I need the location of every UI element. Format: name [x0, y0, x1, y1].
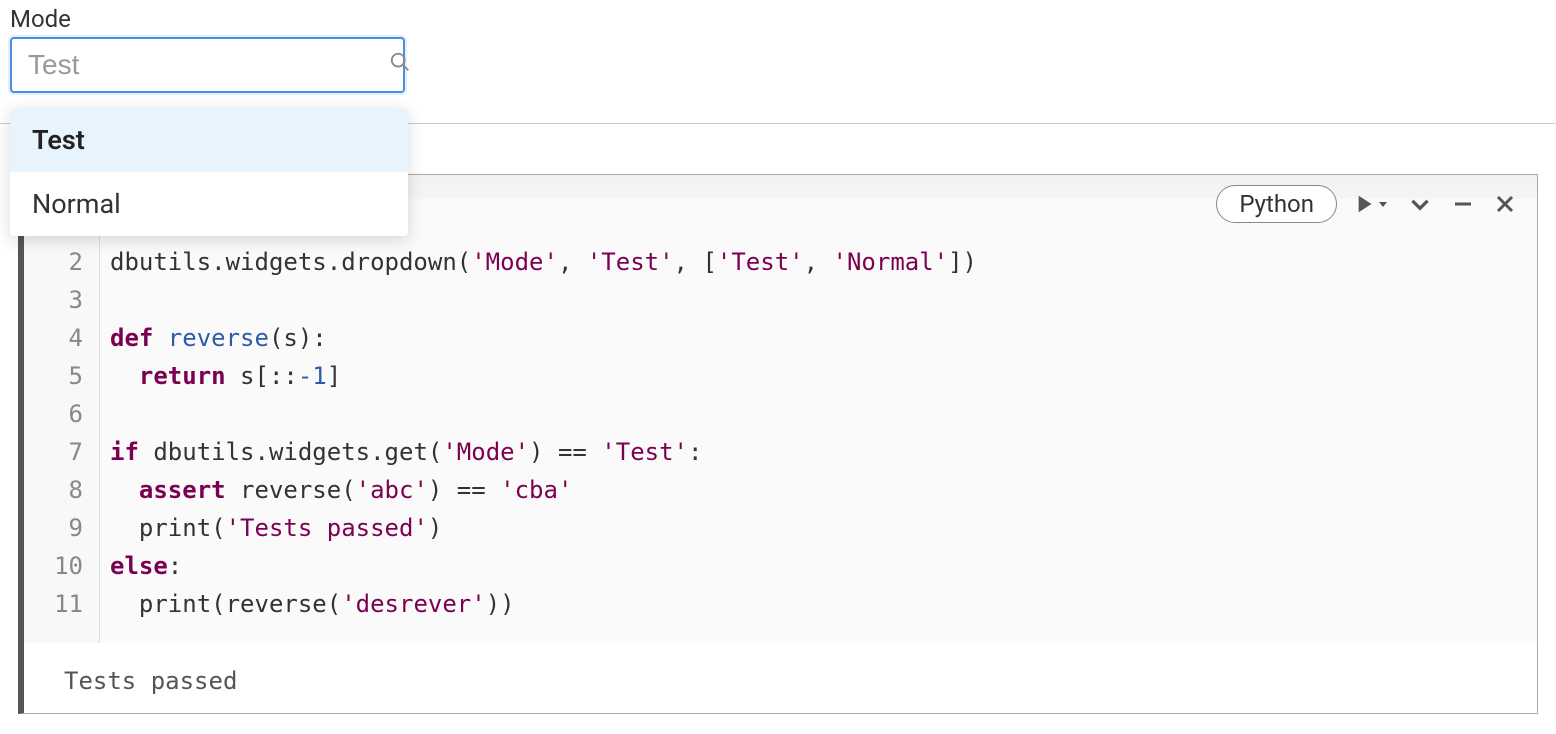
- minus-icon[interactable]: [1451, 192, 1475, 216]
- mode-dropdown-input[interactable]: [28, 49, 389, 81]
- dropdown-option-test[interactable]: Test: [10, 108, 408, 172]
- line-number: 3: [24, 281, 83, 319]
- line-number: 5: [24, 357, 83, 395]
- line-number: 6: [24, 395, 83, 433]
- line-number: 2: [24, 243, 83, 281]
- line-number: 9: [24, 509, 83, 547]
- line-number: 11: [24, 585, 83, 623]
- play-icon[interactable]: [1355, 193, 1389, 215]
- line-number: 10: [24, 547, 83, 585]
- mode-dropdown[interactable]: [10, 37, 405, 93]
- chevron-down-icon[interactable]: [1407, 191, 1433, 217]
- line-gutter: 2 3 4 5 6 7 8 9 10 11: [24, 199, 99, 643]
- widget-panel: Mode: [0, 0, 1556, 93]
- line-number: 7: [24, 433, 83, 471]
- notebook-cell: Python 2 3 4 5 6 7 8 9 10 11 dbutils.wid…: [18, 174, 1538, 714]
- dropdown-option-normal[interactable]: Normal: [10, 172, 408, 236]
- search-icon: [389, 51, 411, 79]
- language-selector[interactable]: Python: [1216, 185, 1337, 223]
- cell-output: Tests passed: [24, 643, 1537, 713]
- widget-label: Mode: [10, 5, 1546, 33]
- code-area: 2 3 4 5 6 7 8 9 10 11 dbutils.widgets.dr…: [24, 175, 1537, 643]
- line-number: 8: [24, 471, 83, 509]
- close-icon[interactable]: [1493, 192, 1517, 216]
- line-number: 4: [24, 319, 83, 357]
- cell-toolbar: Python: [1216, 185, 1517, 223]
- code-editor[interactable]: dbutils.widgets.dropdown('Mode', 'Test',…: [99, 199, 1537, 643]
- mode-dropdown-list: Test Normal: [10, 108, 408, 236]
